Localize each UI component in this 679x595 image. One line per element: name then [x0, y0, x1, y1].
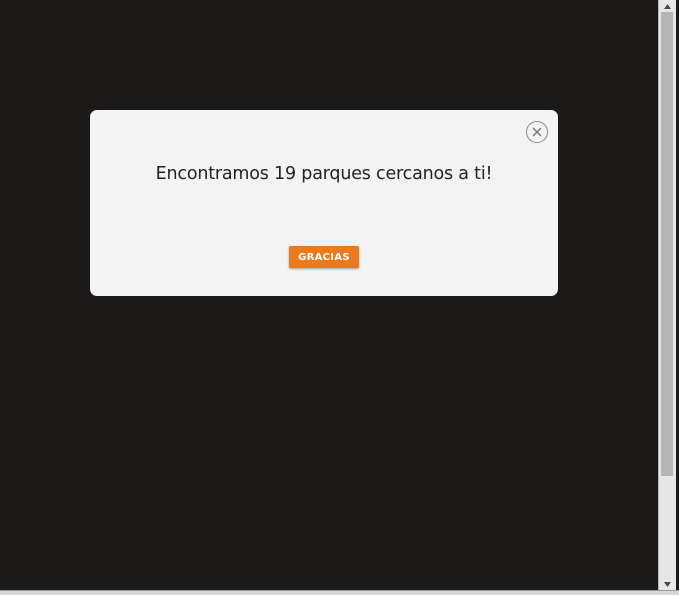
dialog-message: Encontramos 19 parques cercanos a ti!: [155, 164, 493, 184]
window-bottom-edge: [0, 590, 679, 595]
close-icon: [532, 127, 542, 137]
alert-dialog: Encontramos 19 parques cercanos a ti! GR…: [90, 110, 558, 296]
scroll-up-arrow-icon[interactable]: [659, 0, 676, 12]
scrollbar-thumb[interactable]: [661, 12, 673, 476]
gracias-button[interactable]: GRACIAS: [289, 246, 359, 268]
scroll-down-arrow-icon[interactable]: [659, 578, 676, 590]
vertical-scrollbar[interactable]: [658, 0, 676, 590]
close-button[interactable]: [526, 121, 548, 143]
page-backdrop: Encontramos 19 parques cercanos a ti! GR…: [0, 0, 658, 590]
